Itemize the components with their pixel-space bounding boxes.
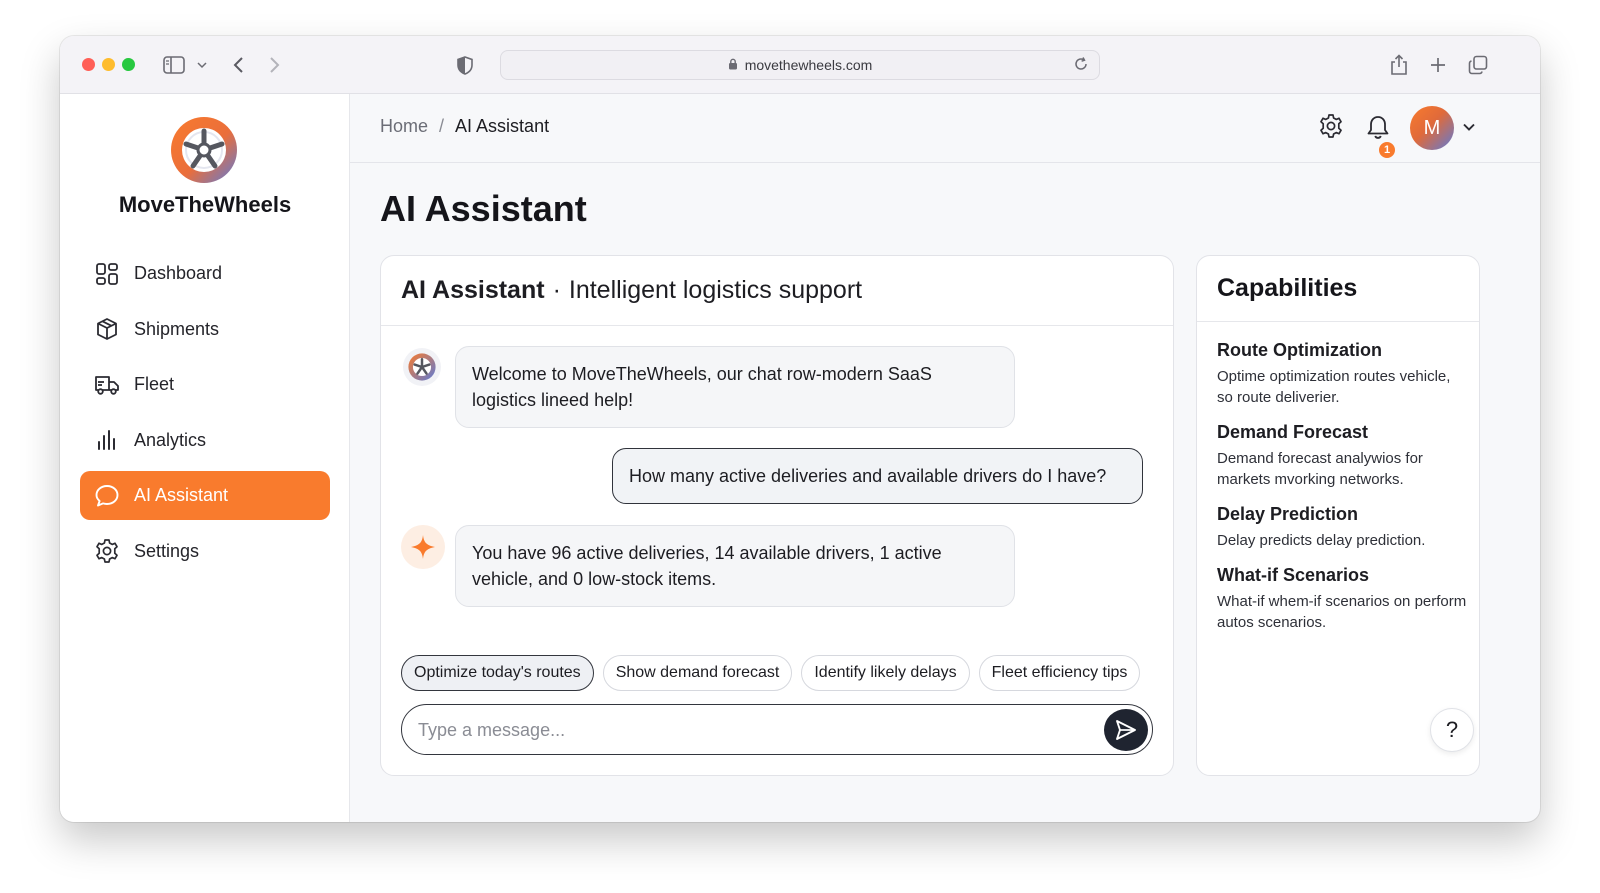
top-bar: Home / AI Assistant — [350, 94, 1540, 163]
browser-toolbar: movethewheels.com — [60, 36, 1540, 94]
help-button[interactable]: ? — [1430, 708, 1474, 752]
address-bar[interactable]: movethewheels.com — [500, 50, 1100, 80]
capability-title: What-if Scenarios — [1217, 565, 1370, 585]
breadcrumb-separator: / — [439, 116, 445, 136]
close-window-button[interactable] — [82, 58, 95, 71]
sidebar-item-dashboard[interactable]: Dashboard — [80, 249, 330, 298]
sidebar-item-label: Settings — [134, 540, 200, 561]
chat-title-separator: · — [552, 276, 561, 304]
sidebar-item-settings[interactable]: Settings — [80, 527, 330, 576]
suggestion-chip[interactable]: Fleet efficiency tips — [978, 655, 1141, 691]
sidebar-item-label: AI Assistant — [134, 485, 229, 505]
notification-badge: 1 — [1378, 141, 1396, 159]
sidebar-item-ai-assistant[interactable]: AI Assistant — [80, 471, 330, 520]
suggestion-chip[interactable]: Identify likely delays — [801, 655, 970, 691]
brand-name: MoveTheWheels — [118, 192, 292, 217]
capability-item: Route Optimization Optime optimization r… — [1217, 340, 1467, 408]
chevron-down-icon[interactable] — [196, 52, 208, 78]
chat-header: AI Assistant · Intelligent logistics sup… — [381, 256, 1173, 326]
capability-item: What-if Scenarios What-if whem-if scenar… — [1217, 565, 1467, 633]
capability-title: Demand Forecast — [1217, 422, 1369, 442]
capability-item: Delay Prediction Delay predicts delay pr… — [1217, 504, 1467, 551]
page-title: AI Assistant — [380, 188, 587, 229]
lock-icon — [728, 58, 738, 73]
settings-gear-icon[interactable] — [1316, 111, 1346, 141]
truck-icon — [94, 372, 120, 398]
capability-description: Demand forecast analywios for markets mv… — [1217, 450, 1423, 488]
chat-panel: AI Assistant · Intelligent logistics sup… — [380, 255, 1174, 776]
gear-icon — [94, 538, 120, 564]
share-icon[interactable] — [1388, 52, 1410, 78]
avatar[interactable]: M — [1410, 106, 1454, 150]
minimize-window-button[interactable] — [102, 58, 115, 71]
box-icon — [94, 316, 120, 342]
sidebar-item-label: Dashboard — [134, 263, 223, 283]
forward-arrow-icon[interactable] — [265, 52, 285, 78]
user-message: How many active deliveries and available… — [612, 448, 1143, 504]
dashboard-grid-icon — [94, 261, 120, 287]
sidebar-item-label: Analytics — [134, 429, 207, 450]
chat-subtitle: Intelligent logistics support — [568, 276, 863, 304]
suggestion-chip[interactable]: Show demand forecast — [602, 655, 793, 691]
capability-title: Delay Prediction — [1217, 504, 1359, 524]
assistant-message: You have 96 active deliveries, 14 availa… — [455, 525, 1015, 607]
assistant-message: Welcome to MoveTheWheels, our chat row-m… — [455, 346, 1015, 428]
reload-icon[interactable] — [1073, 56, 1089, 75]
message-composer — [401, 704, 1153, 755]
sparkle-icon — [401, 525, 445, 569]
sidebar-toggle-icon[interactable] — [162, 52, 186, 78]
chevron-down-icon[interactable] — [1462, 119, 1476, 137]
capability-item: Demand Forecast Demand forecast analywio… — [1217, 422, 1467, 490]
sidebar: MoveTheWheels Dashboard Shipments Fleet — [60, 94, 350, 822]
message-input[interactable] — [418, 715, 1078, 745]
new-tab-icon[interactable] — [1427, 52, 1449, 78]
chat-title: AI Assistant — [401, 276, 545, 304]
bell-icon[interactable] — [1363, 112, 1393, 142]
zoom-window-button[interactable] — [122, 58, 135, 71]
breadcrumb-home-link[interactable]: Home — [380, 116, 428, 137]
capability-description: What-if whem-if scenarios on perform aut… — [1217, 593, 1467, 631]
capability-description: Optime optimization routes vehicle, so r… — [1217, 368, 1451, 406]
browser-window: movethewheels.com MoveTheWheels Dashboar… — [60, 36, 1540, 822]
bar-chart-icon — [94, 427, 120, 453]
sidebar-item-label: Fleet — [134, 374, 175, 394]
capability-description: Delay predicts delay prediction. — [1217, 532, 1426, 549]
sidebar-item-analytics[interactable]: Analytics — [80, 416, 330, 465]
chat-bubble-icon — [94, 483, 120, 509]
capabilities-panel: Capabilities Route Optimization Optime o… — [1196, 255, 1480, 776]
logo-icon[interactable] — [170, 116, 238, 184]
shield-icon[interactable] — [454, 52, 476, 78]
sidebar-item-shipments[interactable]: Shipments — [80, 305, 330, 354]
send-icon — [1116, 719, 1136, 740]
suggestion-chips: Optimize today's routes Show demand fore… — [401, 655, 1141, 691]
sidebar-nav: Dashboard Shipments Fleet Analytics AI A… — [80, 249, 330, 582]
assistant-logo-icon — [403, 348, 441, 386]
back-arrow-icon[interactable] — [228, 52, 248, 78]
sidebar-item-label: Shipments — [134, 318, 220, 339]
send-button[interactable] — [1104, 708, 1148, 751]
capability-title: Route Optimization — [1217, 340, 1382, 360]
breadcrumb-current: AI Assistant — [455, 116, 550, 136]
capabilities-title: Capabilities — [1197, 256, 1479, 322]
breadcrumb: Home / AI Assistant — [380, 116, 549, 137]
sidebar-item-fleet[interactable]: Fleet — [80, 360, 330, 409]
capabilities-list: Route Optimization Optime optimization r… — [1217, 340, 1467, 647]
suggestion-chip[interactable]: Optimize today's routes — [401, 655, 594, 691]
tab-overview-icon[interactable] — [1467, 52, 1489, 78]
url-text: movethewheels.com — [744, 57, 873, 73]
